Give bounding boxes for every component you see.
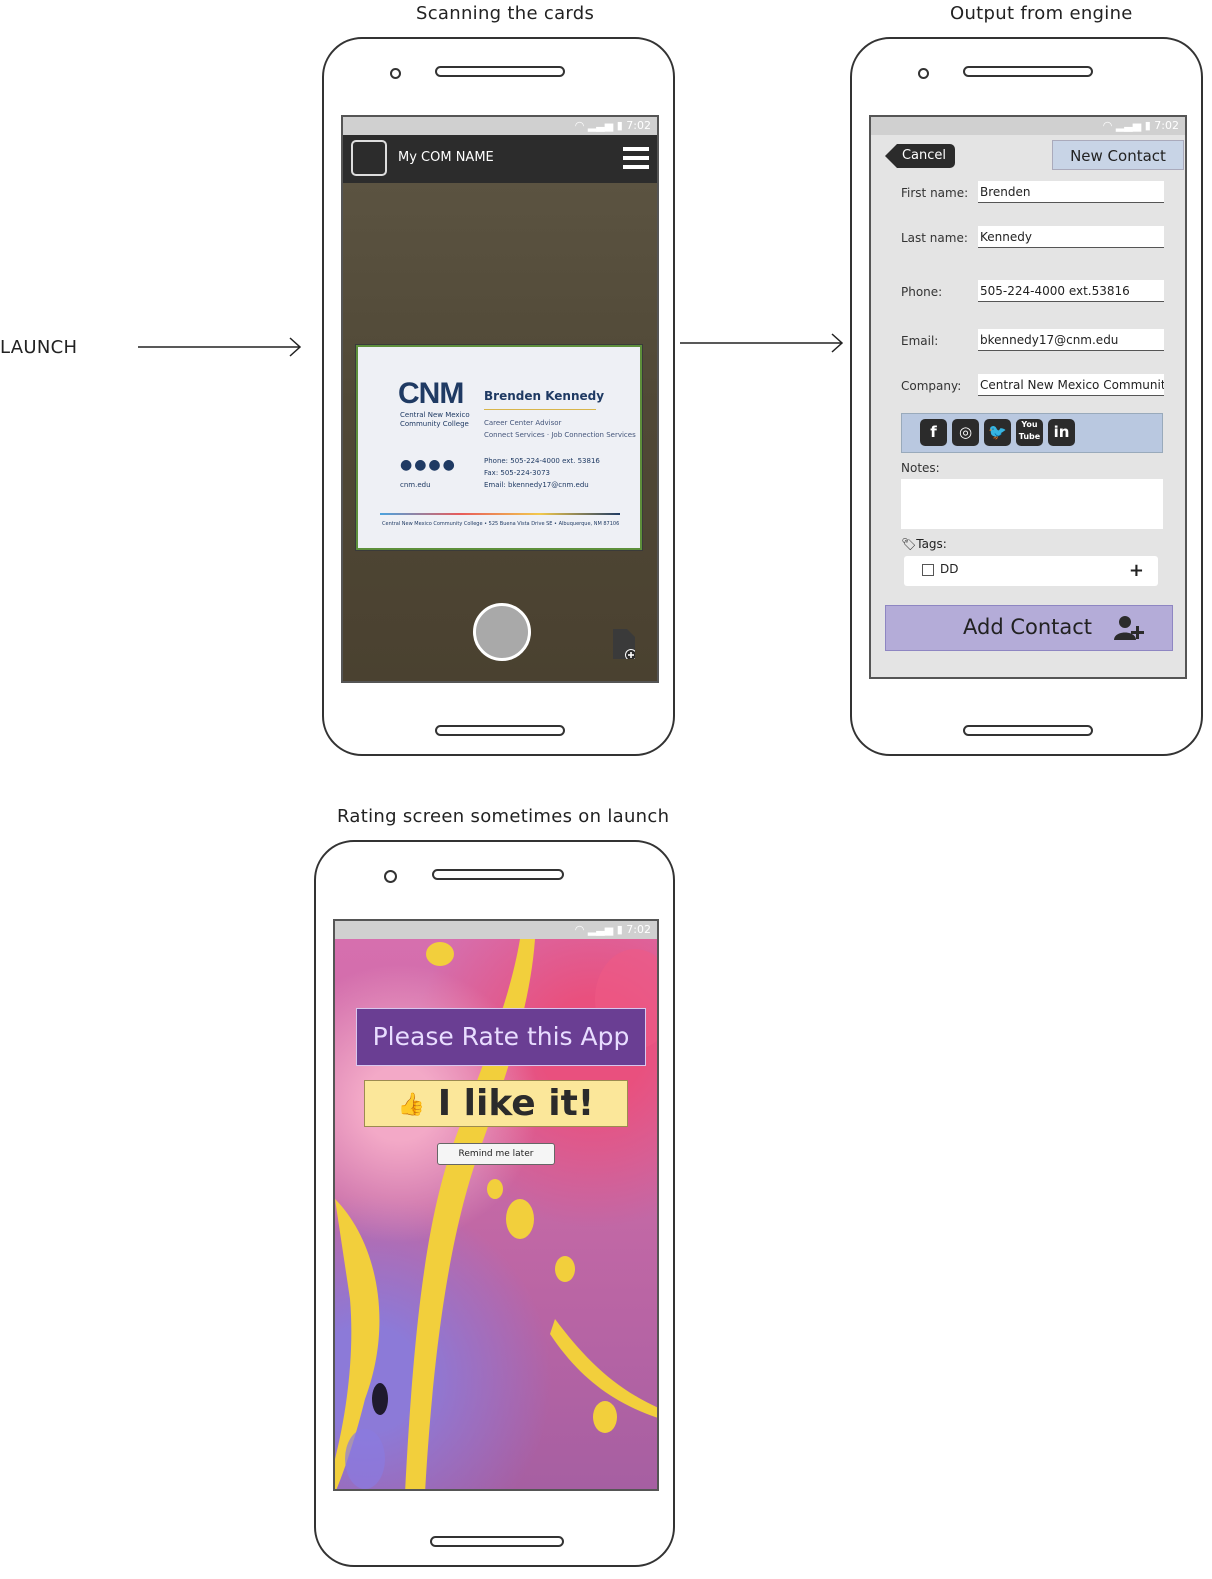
notes-label: Notes:	[901, 461, 940, 475]
contact-form: Cancel New Contact First name: Brenden L…	[871, 135, 1185, 677]
social-links-bar: f ◎ 🐦 You Tube in	[901, 413, 1163, 453]
thumbs-up-icon: 👍	[397, 1092, 426, 1118]
camera-viewfinder: CNM Central New Mexico Community College…	[343, 183, 657, 681]
home-button[interactable]	[430, 1536, 564, 1547]
tags-label-group: 🏷Tags:	[901, 537, 947, 551]
linkedin-icon[interactable]: in	[1048, 419, 1075, 446]
company-field[interactable]: Central New Mexico Communit	[978, 374, 1164, 396]
card-org-line2: Community College	[400, 420, 469, 428]
new-contact-header: New Contact	[1052, 140, 1184, 170]
front-camera	[384, 870, 397, 883]
rate-app-title: Please Rate this App	[356, 1008, 646, 1066]
card-color-stripe	[380, 513, 620, 515]
card-org-line1: Central New Mexico	[400, 411, 470, 419]
front-camera	[918, 68, 929, 79]
add-contact-button[interactable]: Add Contact	[885, 605, 1173, 651]
speaker-grille	[432, 869, 564, 880]
contact-screen: ◠ ▂▃▅ ▮ 7:02 Cancel New Contact First na…	[869, 115, 1187, 679]
first-name-field[interactable]: Brenden	[978, 181, 1164, 203]
status-time: 7:02	[626, 923, 651, 936]
phone-rating: ◠ ▂▃▅ ▮ 7:02 Please Rate this App 👍 I li…	[314, 840, 675, 1567]
card-site: cnm.edu	[400, 481, 431, 489]
card-logo: CNM	[398, 377, 464, 410]
twitter-icon[interactable]: 🐦	[984, 419, 1011, 446]
wifi-icon: ◠	[574, 119, 585, 132]
tag-icon: 🏷	[901, 537, 917, 551]
phone-field[interactable]: 505-224-4000 ext.53816	[978, 280, 1164, 302]
rating-screen: ◠ ▂▃▅ ▮ 7:02 Please Rate this App 👍 I li…	[333, 919, 659, 1491]
status-time: 7:02	[1154, 119, 1179, 132]
signal-icon: ▂▃▅	[587, 923, 614, 936]
speaker-grille	[963, 66, 1093, 77]
tag-list: DD +	[904, 556, 1158, 586]
youtube-icon[interactable]: You Tube	[1016, 419, 1043, 446]
notes-field[interactable]	[901, 479, 1163, 529]
output-label: Output from engine	[950, 3, 1133, 24]
tag-checkbox[interactable]	[922, 564, 934, 576]
status-time: 7:02	[626, 119, 651, 132]
add-document-icon[interactable]	[613, 629, 635, 659]
app-logo-icon[interactable]	[351, 140, 387, 176]
signal-icon: ▂▃▅	[587, 119, 614, 132]
card-name: Brenden Kennedy	[484, 389, 605, 403]
front-camera	[390, 68, 401, 79]
card-divider	[484, 409, 596, 410]
like-button-label: I like it!	[437, 1083, 595, 1124]
email-field[interactable]: bkennedy17@cnm.edu	[978, 329, 1164, 351]
launch-arrow	[138, 337, 302, 357]
business-card-image: CNM Central New Mexico Community College…	[356, 345, 642, 550]
shutter-button[interactable]	[473, 603, 531, 661]
phone-output: ◠ ▂▃▅ ▮ 7:02 Cancel New Contact First na…	[850, 37, 1203, 756]
card-phone: Phone: 505-224-4000 ext. 53816	[484, 457, 600, 465]
card-footer: Central New Mexico Community College • 5…	[382, 521, 620, 527]
app-title: My COM NAME	[398, 150, 494, 165]
first-name-label: First name:	[901, 186, 969, 200]
speaker-grille	[435, 66, 565, 77]
card-fax: Fax: 505-224-3073	[484, 469, 550, 477]
splash-background: Please Rate this App 👍 I like it! Remind…	[335, 939, 657, 1489]
company-label: Company:	[901, 379, 962, 393]
last-name-field[interactable]: Kennedy	[978, 226, 1164, 248]
status-bar: ◠ ▂▃▅ ▮ 7:02	[343, 117, 657, 135]
scan-screen: ◠ ▂▃▅ ▮ 7:02 My COM NAME CNM Central New…	[341, 115, 659, 683]
rating-label: Rating screen sometimes on launch	[337, 806, 670, 827]
facebook-icon[interactable]: f	[920, 419, 947, 446]
remind-later-button[interactable]: Remind me later	[437, 1143, 555, 1165]
card-email: Email: bkennedy17@cnm.edu	[484, 481, 589, 489]
last-name-label: Last name:	[901, 231, 968, 245]
battery-icon: ▮	[616, 119, 623, 132]
status-bar: ◠ ▂▃▅ ▮ 7:02	[335, 921, 657, 939]
signal-icon: ▂▃▅	[1115, 119, 1142, 132]
menu-icon[interactable]	[623, 147, 649, 169]
launch-label: LAUNCH	[0, 337, 78, 358]
home-button[interactable]	[963, 725, 1093, 736]
wifi-icon: ◠	[574, 923, 585, 936]
email-label: Email:	[901, 334, 939, 348]
like-button[interactable]: 👍 I like it!	[364, 1080, 628, 1127]
cancel-button[interactable]: Cancel	[885, 144, 955, 168]
battery-icon: ▮	[616, 923, 623, 936]
card-social-icons: ●●●●	[400, 457, 457, 473]
phone-scanning: ◠ ▂▃▅ ▮ 7:02 My COM NAME CNM Central New…	[322, 37, 675, 756]
output-arrow	[680, 333, 844, 353]
instagram-icon[interactable]: ◎	[952, 419, 979, 446]
tags-label: Tags:	[916, 537, 947, 551]
card-title1: Career Center Advisor	[484, 419, 562, 427]
scanning-label: Scanning the cards	[416, 3, 595, 24]
add-user-icon	[1114, 616, 1144, 640]
tag-item: DD	[940, 562, 959, 576]
home-button[interactable]	[435, 725, 565, 736]
battery-icon: ▮	[1144, 119, 1151, 132]
add-contact-label: Add Contact	[963, 615, 1093, 639]
wifi-icon: ◠	[1102, 119, 1113, 132]
phone-label: Phone:	[901, 285, 943, 299]
card-title2: Connect Services · Job Connection Servic…	[484, 431, 636, 439]
status-bar: ◠ ▂▃▅ ▮ 7:02	[871, 117, 1185, 135]
add-tag-icon[interactable]: +	[1129, 560, 1144, 581]
app-header: My COM NAME	[343, 135, 657, 183]
